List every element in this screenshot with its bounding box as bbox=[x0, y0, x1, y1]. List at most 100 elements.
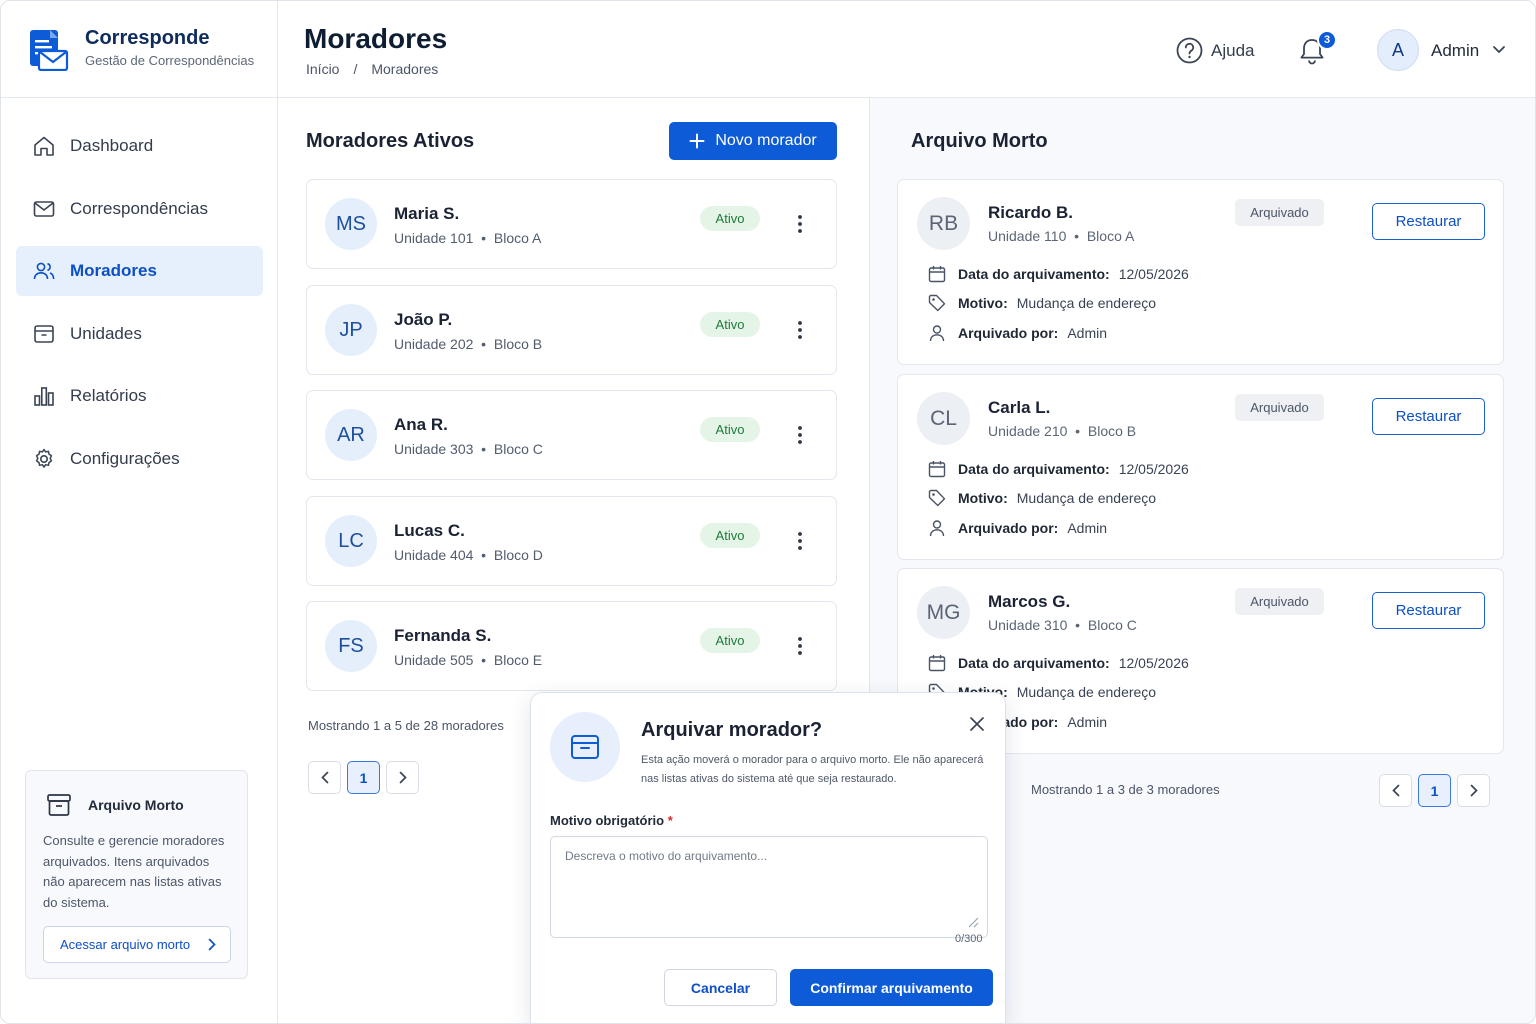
help-icon bbox=[1176, 37, 1203, 64]
archived-unit-block: Unidade 110 • Bloco A bbox=[988, 228, 1135, 244]
sidebar-item-configuracoes[interactable]: Configurações bbox=[16, 434, 263, 484]
archive-reason-value: Mudança de endereço bbox=[1016, 490, 1157, 506]
next-page-button[interactable] bbox=[1457, 774, 1490, 807]
new-resident-button[interactable]: Novo morador bbox=[669, 122, 837, 160]
more-options-icon[interactable] bbox=[795, 319, 805, 341]
resident-unit-block: Unidade 505 • Bloco E bbox=[394, 652, 543, 668]
more-options-icon[interactable] bbox=[795, 213, 805, 235]
restore-button[interactable]: Restaurar bbox=[1372, 592, 1485, 629]
app-window: Corresponde Gestão de Correspondências M… bbox=[0, 0, 1536, 1024]
resident-unit: Unidade 303 bbox=[394, 441, 474, 457]
archived-badge: Arquivado bbox=[1235, 588, 1324, 615]
next-page-button[interactable] bbox=[386, 761, 419, 794]
prev-page-button[interactable] bbox=[308, 761, 341, 794]
archive-list-count: Mostrando 1 a 3 de 3 moradores bbox=[1031, 782, 1220, 797]
resident-unit-block: Unidade 202 • Bloco B bbox=[394, 336, 543, 352]
sidebar-item-label: Relatórios bbox=[70, 386, 147, 405]
resident-card[interactable]: AR Ana R. Unidade 303 • Bloco C Ativo bbox=[306, 390, 837, 480]
tag-icon bbox=[928, 294, 946, 312]
archive-card-text: Consulte e gerencie moradores arquivados… bbox=[43, 833, 225, 910]
archive-by-value: Admin bbox=[1067, 325, 1108, 341]
restore-button[interactable]: Restaurar bbox=[1372, 203, 1485, 240]
more-options-icon[interactable] bbox=[795, 530, 805, 552]
top-header: Corresponde Gestão de Correspondências M… bbox=[1, 1, 1535, 98]
active-list-count: Mostrando 1 a 5 de 28 moradores bbox=[308, 718, 504, 733]
archived-name: Ricardo B. bbox=[988, 203, 1074, 222]
prev-page-button[interactable] bbox=[1379, 774, 1412, 807]
resident-block: Bloco B bbox=[493, 336, 543, 352]
archive-date-label: Data do arquivamento: bbox=[958, 266, 1110, 282]
resident-unit: Unidade 202 bbox=[394, 336, 474, 352]
confirm-archive-button[interactable]: Confirmar arquivamento bbox=[790, 969, 993, 1006]
brand-name: Corresponde bbox=[85, 27, 210, 49]
resident-card[interactable]: JP João P. Unidade 202 • Bloco B Ativo bbox=[306, 285, 837, 375]
archive-date-value: 12/05/2026 bbox=[1118, 266, 1189, 282]
archived-badge: Arquivado bbox=[1235, 199, 1324, 226]
archived-resident-card: RB Ricardo B. Unidade 110 • Bloco A Arqu… bbox=[897, 179, 1504, 365]
sidebar-item-label: Unidades bbox=[70, 324, 142, 343]
archived-unit-block: Unidade 310 • Bloco C bbox=[988, 617, 1137, 633]
archived-name: Marcos G. bbox=[988, 592, 1071, 611]
breadcrumb-separator: / bbox=[353, 61, 358, 77]
archived-avatar: CL bbox=[917, 392, 970, 445]
archived-badge: Arquivado bbox=[1235, 394, 1324, 421]
resize-handle-icon[interactable] bbox=[967, 916, 979, 928]
breadcrumb-home-link[interactable]: Início bbox=[306, 61, 339, 77]
page-button-current[interactable]: 1 bbox=[1418, 774, 1451, 807]
resident-avatar: LC bbox=[325, 515, 377, 567]
archive-by-row: Arquivado por: Admin bbox=[928, 519, 1107, 537]
archive-date-row: Data do arquivamento: 12/05/2026 bbox=[928, 654, 1189, 672]
restore-button[interactable]: Restaurar bbox=[1372, 398, 1485, 435]
resident-avatar: JP bbox=[325, 304, 377, 356]
reason-textarea[interactable] bbox=[550, 836, 988, 938]
modal-icon-circle bbox=[550, 712, 620, 782]
more-options-icon[interactable] bbox=[795, 424, 805, 446]
cancel-button[interactable]: Cancelar bbox=[664, 969, 777, 1006]
sidebar-item-moradores[interactable]: Moradores bbox=[16, 246, 263, 296]
resident-card[interactable]: MS Maria S. Unidade 101 • Bloco A Ativo bbox=[306, 179, 837, 269]
required-mark: * bbox=[667, 813, 673, 828]
resident-unit: Unidade 404 bbox=[394, 547, 474, 563]
archive-date-label: Data do arquivamento: bbox=[958, 655, 1110, 671]
resident-block: Bloco E bbox=[493, 652, 543, 668]
sidebar-item-unidades[interactable]: Unidades bbox=[16, 309, 263, 359]
archived-avatar: MG bbox=[917, 586, 970, 639]
page-button-current[interactable]: 1 bbox=[347, 761, 380, 794]
archive-access-link[interactable]: Acessar arquivo morto bbox=[43, 926, 231, 963]
help-button[interactable]: Ajuda bbox=[1176, 37, 1254, 64]
archive-title: Arquivo Morto bbox=[911, 130, 1048, 152]
reason-label-text: Motivo obrigatório bbox=[550, 813, 665, 828]
more-options-icon[interactable] bbox=[795, 635, 805, 657]
resident-card[interactable]: FS Fernanda S. Unidade 505 • Bloco E Ati… bbox=[306, 601, 837, 691]
sidebar-item-dashboard[interactable]: Dashboard bbox=[16, 121, 263, 171]
user-name[interactable]: Admin bbox=[1431, 41, 1479, 61]
archive-reason-value: Mudança de endereço bbox=[1016, 684, 1157, 700]
chevron-right-icon bbox=[208, 938, 216, 951]
sidebar-item-label: Moradores bbox=[70, 261, 157, 280]
sidebar-item-correspondencias[interactable]: Correspondências bbox=[16, 184, 263, 234]
chevron-right-icon bbox=[1470, 784, 1478, 797]
breadcrumb-current: Moradores bbox=[371, 61, 439, 77]
sidebar-item-relatorios[interactable]: Relatórios bbox=[16, 371, 263, 421]
archived-unit-block: Unidade 210 • Bloco B bbox=[988, 423, 1137, 439]
resident-card[interactable]: LC Lucas C. Unidade 404 • Bloco D Ativo bbox=[306, 496, 837, 586]
resident-unit-block: Unidade 101 • Bloco A bbox=[394, 230, 542, 246]
resident-unit: Unidade 505 bbox=[394, 652, 474, 668]
resident-unit-block: Unidade 404 • Bloco D bbox=[394, 547, 543, 563]
brand-logo-icon bbox=[30, 30, 69, 71]
resident-avatar: FS bbox=[325, 620, 377, 672]
archive-date-row: Data do arquivamento: 12/05/2026 bbox=[928, 460, 1189, 478]
user-avatar[interactable]: A bbox=[1377, 29, 1419, 71]
chevron-down-icon[interactable] bbox=[1492, 45, 1506, 55]
close-icon[interactable] bbox=[968, 715, 986, 733]
calendar-icon bbox=[928, 266, 946, 283]
archive-date-value: 12/05/2026 bbox=[1118, 461, 1189, 477]
status-badge: Ativo bbox=[700, 206, 760, 231]
user-icon bbox=[929, 520, 945, 537]
notification-badge: 3 bbox=[1317, 30, 1337, 50]
status-badge: Ativo bbox=[700, 417, 760, 442]
archive-reason-row: Motivo: Mudança de endereço bbox=[928, 489, 1156, 507]
archived-block: Bloco C bbox=[1087, 617, 1137, 633]
resident-name: João P. bbox=[394, 310, 453, 329]
user-icon bbox=[929, 325, 945, 342]
